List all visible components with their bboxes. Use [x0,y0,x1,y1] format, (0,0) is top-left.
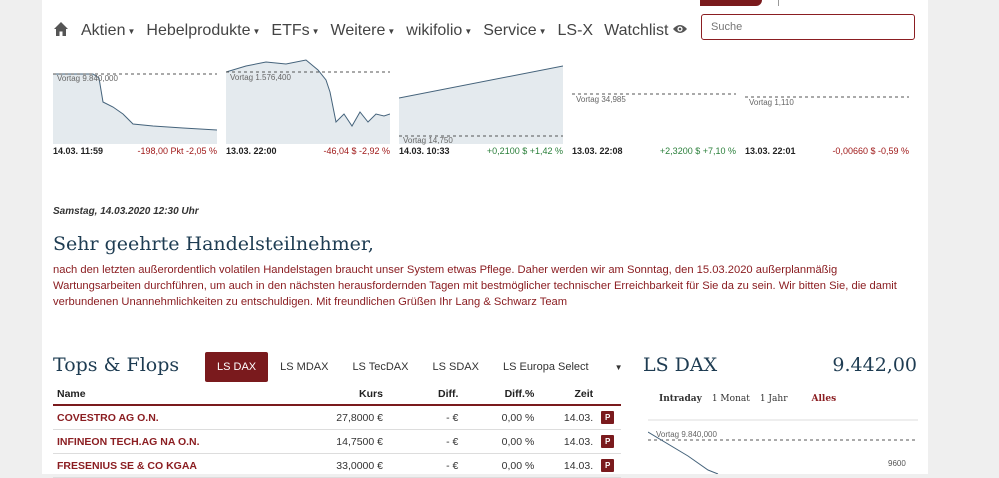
lsdax-title: LS DAX [643,354,718,376]
caret-down-icon: ▼ [311,26,320,36]
tops-flops-title: Tops & Flops [53,354,180,376]
col-kurs[interactable]: Kurs [263,384,387,406]
ticker-date: 13.03. 22:00 [226,146,277,156]
tab-ls-mdax[interactable]: LS MDAX [268,352,340,382]
ticker-sparkline [399,65,563,144]
range-intraday[interactable]: Intraday [659,394,702,404]
row-badge-cell: P [597,429,621,454]
notice-body: nach den letzten außerordentlich volatil… [53,264,897,308]
nav-label: LS-X [557,22,594,39]
notice-title: Sehr geehrte Handelsteilnehmer, [53,233,374,255]
caret-down-icon: ▼ [127,26,136,36]
ticker-prev-close: Vortag 34,985 [576,95,626,104]
col-diff-pct[interactable]: Diff.% [462,384,539,406]
nav-label: Service [483,22,537,39]
eye-icon [672,22,688,40]
nav-aktien[interactable]: Aktien ▼ [81,22,135,40]
lsdax-prev-close: Vortag 9.840,000 [656,430,717,439]
logo-mark[interactable] [700,0,762,6]
col-zeit[interactable]: Zeit [538,384,598,406]
ticker-prev-close: Vortag 9.840,000 [57,74,118,83]
table-row[interactable]: COVESTRO AG O.N. 27,8000 € - € 0,00 % 14… [53,405,621,430]
nav-label: wikifolio [406,22,463,39]
ticker-prev-close: Vortag 14,750 [403,136,453,145]
row-diff-pct: 0,00 % [462,429,539,454]
ticker-card[interactable]: Vortag 14,750 14.03. 10:33 +0,2100 $ +1,… [399,52,563,162]
ticker-date: 14.03. 10:33 [399,146,450,156]
row-zeit: 14.03. [538,405,598,430]
range-1-monat[interactable]: 1 Monat [712,394,750,404]
ticker-card[interactable]: Vortag 9.840,000 14.03. 11:59 -198,00 Pk… [53,52,217,162]
tab-ls-sdax[interactable]: LS SDAX [421,352,491,382]
home-icon[interactable] [53,21,69,41]
ticker-change: -198,00 Pkt -2,05 % [137,146,217,156]
ticker-card[interactable]: Vortag 1,110 13.03. 22:01 -0,00660 $ -0,… [745,52,909,162]
range-1-jahr[interactable]: 1 Jahr [760,394,788,404]
nav-label: ETFs [271,22,310,39]
range-alles[interactable]: Alles [812,394,837,404]
row-diff-pct: 0,00 % [462,405,539,430]
ticker-sparkline [226,59,390,144]
table-header-row: Name Kurs Diff. Diff.% Zeit [53,384,621,406]
caret-down-icon: ▼ [252,26,261,36]
price-badge[interactable]: P [601,411,615,424]
col-diff[interactable]: Diff. [386,384,463,406]
lsdax-value: 9.442,00 [832,354,917,376]
ticker-card[interactable]: Vortag 1.576,400 13.03. 22:00 -46,04 $ -… [226,52,390,162]
row-kurs: 14,7500 € [263,429,387,454]
nav-label: Hebelprodukte [146,22,251,39]
row-zeit: 14.03. [538,429,598,454]
price-badge[interactable]: P [601,459,615,472]
ticker-prev-close: Vortag 1.576,400 [230,73,291,82]
chart-range-selector: Intraday 1 Monat 1 Jahr Alles [659,394,846,404]
tab-ls-dax[interactable]: LS DAX [205,352,269,382]
ticker-change: +2,3200 $ +7,10 % [659,146,736,156]
row-badge-cell: P [597,405,621,430]
ticker-card[interactable]: Vortag 34,985 13.03. 22:08 +2,3200 $ +7,… [572,52,736,162]
notice-timestamp: Samstag, 14.03.2020 12:30 Uhr [53,206,199,217]
col-badge [597,384,621,406]
nav-hebelprodukte[interactable]: Hebelprodukte ▼ [146,22,260,40]
nav-wikifolio[interactable]: wikifolio ▼ [406,22,472,40]
index-tabs: LS DAX LS MDAX LS TecDAX LS SDAX LS Euro… [205,352,623,382]
price-badge[interactable]: P [601,435,615,448]
nav-label: Weitere [330,22,386,39]
search-input[interactable] [701,14,915,40]
lsdax-axis-tick: 9600 [888,459,906,468]
row-kurs: 27,8000 € [263,405,387,430]
ticker-date: 14.03. 11:59 [53,146,104,156]
ticker-date: 13.03. 22:01 [745,146,796,156]
caret-down-icon[interactable]: ▼ [615,363,623,372]
nav-service[interactable]: Service ▼ [483,22,546,40]
nav-etfs[interactable]: ETFs ▼ [271,22,319,40]
lsdax-chart [648,419,918,474]
row-diff: - € [386,405,463,430]
nav-lsx[interactable]: LS-X [558,22,594,40]
caret-down-icon: ▼ [538,26,547,36]
header-divider [778,0,779,6]
ticker-date: 13.03. 22:08 [572,146,623,156]
row-diff: - € [386,429,463,454]
tab-ls-tecdax[interactable]: LS TecDAX [340,352,420,382]
ticker-change: -0,00660 $ -0,59 % [832,146,909,156]
ticker-change: -46,04 $ -2,92 % [323,146,390,156]
tops-flops-table: Name Kurs Diff. Diff.% Zeit COVESTRO AG … [53,384,621,478]
nav-label: Aktien [81,22,126,39]
caret-down-icon: ▼ [387,26,396,36]
table-row[interactable]: INFINEON TECH.AG NA O.N. 14,7500 € - € 0… [53,429,621,454]
row-name[interactable]: COVESTRO AG O.N. [53,405,264,430]
nav-label: Watchlist [604,22,669,39]
ticker-sparkline [53,73,217,144]
nav-watchlist[interactable]: Watchlist [604,22,688,40]
row-name[interactable]: INFINEON TECH.AG NA O.N. [53,429,264,454]
main-nav: Aktien ▼ Hebelprodukte ▼ ETFs ▼ Weitere ▼ wi… [53,18,699,44]
caret-down-icon: ▼ [464,26,473,36]
tab-ls-europa-select[interactable]: LS Europa Select [491,352,601,382]
nav-weitere[interactable]: Weitere ▼ [331,22,396,40]
ticker-change: +0,2100 $ +1,42 % [486,146,563,156]
col-name[interactable]: Name [53,384,264,406]
ticker-prev-close: Vortag 1,110 [749,98,794,107]
